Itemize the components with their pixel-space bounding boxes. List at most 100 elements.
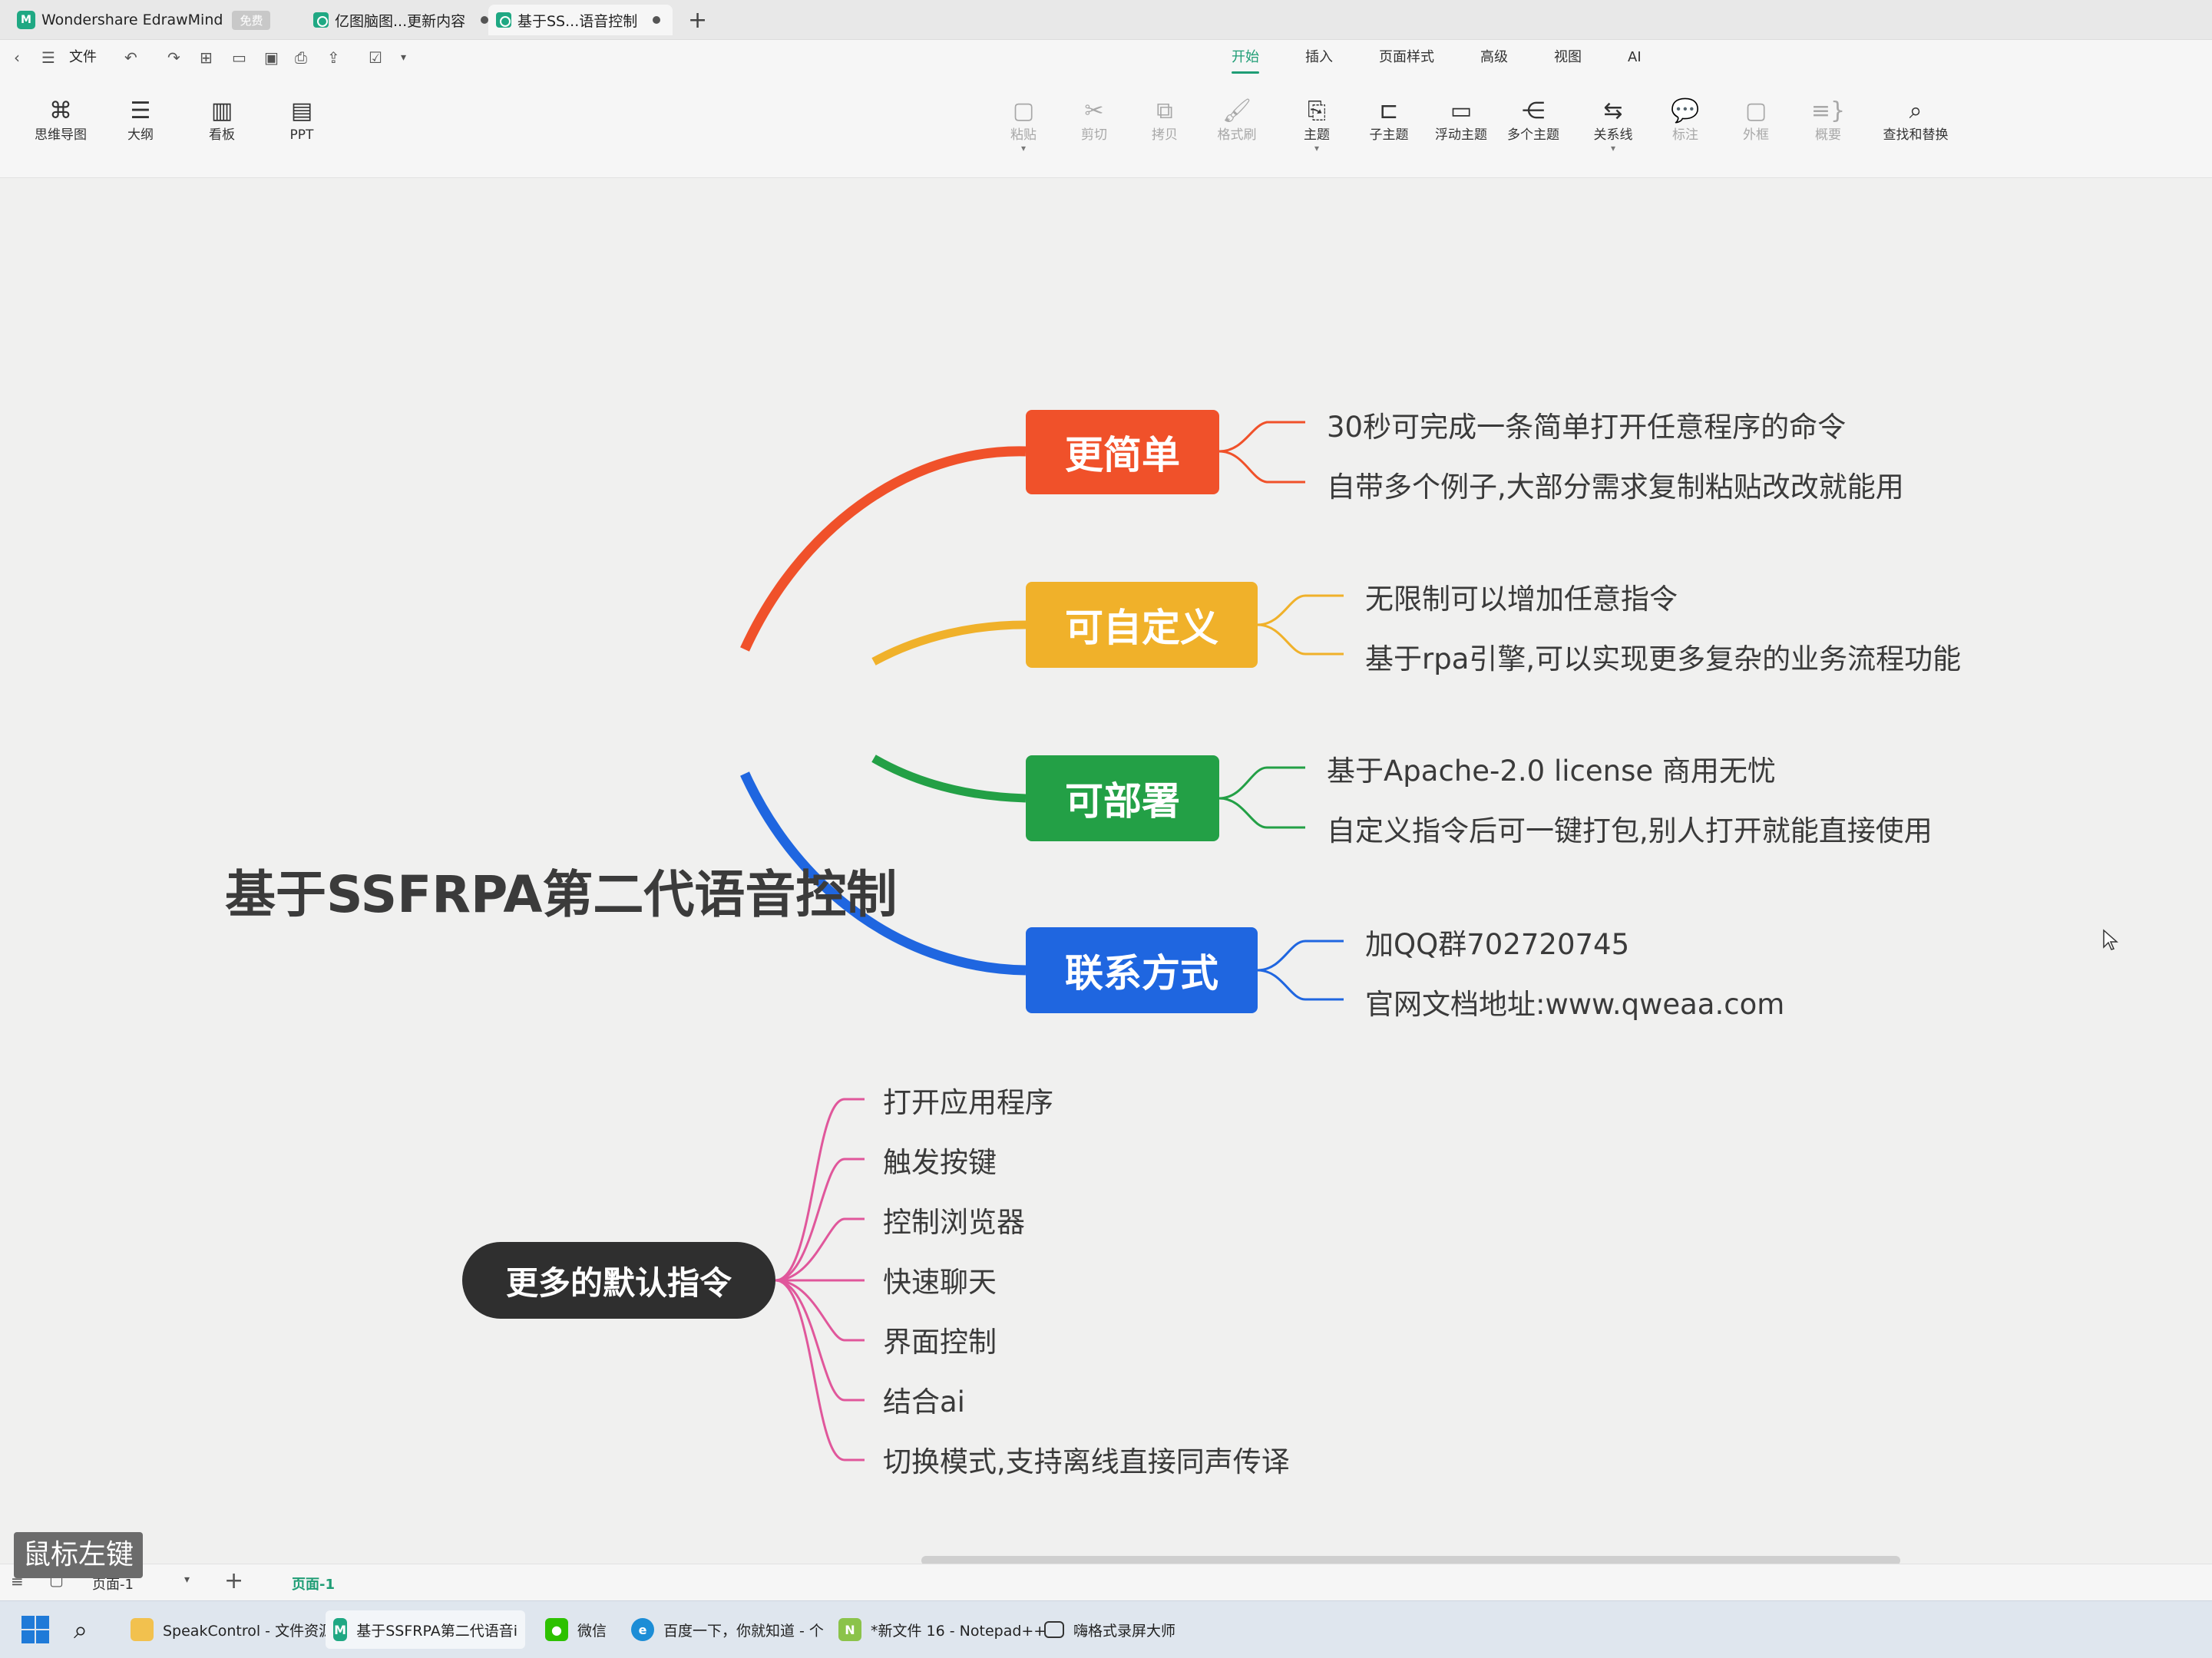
boundary-button[interactable]: ▢ 外框 (1721, 98, 1790, 144)
callout-label: 标注 (1672, 127, 1698, 143)
taskbar-app-edge[interactable]: e 百度一下，你就知道 - 个 (623, 1610, 832, 1649)
subtopic[interactable]: 基于rpa引擎,可以实现更多复杂的业务流程功能 (1365, 636, 1961, 677)
document-tab-1-label: 亿图脑图...更新内容 (335, 12, 466, 30)
floating-subtopic[interactable]: 界面控制 (883, 1319, 997, 1360)
outline-view-button[interactable]: ☰ 大纲 (106, 98, 175, 144)
paste-dropdown-chevron-icon[interactable]: ▾ (989, 144, 1058, 153)
file-menu[interactable]: 文件 (69, 46, 97, 69)
windows-logo-icon (21, 1616, 49, 1643)
outline-icon: ☰ (130, 97, 151, 124)
floating-topic-default-commands[interactable]: 更多的默认指令 (462, 1242, 775, 1319)
undo-icon[interactable]: ↶ (124, 46, 137, 69)
redo-icon[interactable]: ↷ (167, 46, 180, 69)
branch-topic-contact[interactable]: 联系方式 (1026, 927, 1258, 1013)
unsaved-dot-icon[interactable] (653, 16, 661, 24)
branch-topic-deployable[interactable]: 可部署 (1026, 755, 1219, 841)
floating-subtopic[interactable]: 控制浏览器 (883, 1199, 1025, 1240)
menu-tab-view[interactable]: 视图 (1554, 46, 1582, 69)
floating-subtopic[interactable]: 触发按键 (883, 1139, 997, 1181)
print-icon[interactable]: ⎙ (295, 46, 307, 69)
taskbar-app-edrawmind[interactable]: M 基于SSFRPA第二代语音i (326, 1610, 525, 1649)
find-replace-button[interactable]: ⌕ 查找和替换 (1873, 98, 1958, 144)
paste-label: 粘贴 (1010, 127, 1037, 143)
menu-tab-page-style[interactable]: 页面样式 (1379, 46, 1434, 69)
taskbar-app-label: SpeakControl - 文件资源 (163, 1622, 334, 1640)
quick-access-bar: ‹ ☰ 文件 ↶ ↷ ⊞ ▭ ▣ ⎙ ⇪ ☑ ▾ 开始 插入 页面样式 高级 视… (0, 40, 2212, 75)
page-select-chevron-down-icon[interactable]: ▾ (184, 1574, 190, 1586)
taskbar-app-recorder[interactable]: 嗨格式录屏大师 (1037, 1610, 1183, 1649)
share-icon[interactable]: ☑ (369, 46, 382, 69)
central-topic[interactable]: 基于SSFRPA第二代语音控制 (225, 854, 897, 927)
add-page-plus-icon[interactable]: + (224, 1567, 243, 1594)
floating-subtopic[interactable]: 切换模式,支持离线直接同声传译 (883, 1438, 1290, 1480)
title-tab-bar: M Wondershare EdrawMind 免费 亿图脑图...更新内容 基… (0, 0, 2212, 40)
paste-button[interactable]: ▢ 粘贴 ▾ (989, 98, 1058, 154)
notepad-icon: N (838, 1618, 861, 1641)
floating-subtopic[interactable]: 快速聊天 (883, 1259, 997, 1300)
free-badge: 免费 (232, 10, 271, 30)
app-name: Wondershare EdrawMind (41, 12, 223, 28)
relationship-dropdown-chevron-icon[interactable]: ▾ (1579, 144, 1648, 153)
mouse-cursor-icon (2103, 929, 2118, 950)
relationship-button[interactable]: ⇆ 关系线 ▾ (1579, 98, 1648, 154)
document-tab-1[interactable]: 亿图脑图...更新内容 (306, 5, 496, 35)
new-tab-plus-icon[interactable]: + (688, 5, 707, 35)
find-replace-label: 查找和替换 (1883, 127, 1949, 143)
new-file-icon[interactable]: ⊞ (200, 46, 213, 69)
mindmap-canvas[interactable]: 基于SSFRPA第二代语音控制 更简单 可自定义 可部署 联系方式 30秒可完成… (0, 178, 2212, 1565)
search-icon[interactable]: ⌕ (74, 1610, 88, 1649)
unsaved-dot-icon[interactable] (481, 16, 489, 24)
document-tab-2[interactable]: 基于SS...语音控制 (488, 5, 673, 35)
copy-button[interactable]: ⧉ 拷贝 (1130, 98, 1199, 144)
summary-button[interactable]: ≡} 概要 (1794, 98, 1863, 144)
outline-view-label: 大纲 (127, 127, 154, 143)
subtopic[interactable]: 自定义指令后可一键打包,别人打开就能直接使用 (1327, 808, 1933, 849)
branch-topic-customizable[interactable]: 可自定义 (1026, 582, 1258, 668)
hamburger-menu-icon[interactable]: ☰ (41, 46, 55, 69)
floating-topic-button[interactable]: ▭ 浮动主题 (1427, 98, 1496, 144)
boundary-icon: ▢ (1744, 97, 1767, 124)
taskbar-app-notepad[interactable]: N *新文件 16 - Notepad++ (831, 1610, 1053, 1649)
menu-tab-insert[interactable]: 插入 (1305, 46, 1333, 69)
save-icon[interactable]: ▣ (264, 46, 279, 69)
menu-tab-ai[interactable]: AI (1628, 46, 1642, 69)
topic-label: 主题 (1304, 127, 1330, 143)
customize-chevron-down-icon[interactable]: ▾ (401, 46, 406, 69)
export-icon[interactable]: ⇪ (327, 46, 340, 69)
mindmap-view-button[interactable]: ⌘ 思维导图 (26, 98, 95, 144)
subtopic[interactable]: 无限制可以增加任意指令 (1365, 576, 1678, 617)
subtopic[interactable]: 30秒可完成一条简单打开任意程序的命令 (1327, 404, 1846, 445)
taskbar-app-explorer[interactable]: SpeakControl - 文件资源 (123, 1610, 341, 1649)
back-chevron-icon[interactable]: ‹ (14, 46, 20, 69)
taskbar-app-wechat[interactable]: ● 微信 (537, 1610, 614, 1649)
start-button[interactable] (21, 1610, 49, 1649)
summary-brace-icon: ≡} (1810, 97, 1846, 124)
subtopic-button[interactable]: ⊏ 子主题 (1354, 98, 1423, 144)
kanban-view-button[interactable]: ▥ 看板 (187, 98, 256, 144)
topic-button[interactable]: ⎘ 主题 ▾ (1282, 98, 1351, 154)
subtopic[interactable]: 官网文档地址:www.qweaa.com (1365, 981, 1784, 1022)
taskbar-app-label: 百度一下，你就知道 - 个 (663, 1622, 824, 1640)
subtopic[interactable]: 基于Apache-2.0 license 商用无忧 (1327, 748, 1776, 789)
ppt-view-button[interactable]: ▤ PPT (267, 98, 336, 144)
page-tab-active[interactable]: 页面-1 (292, 1574, 335, 1594)
format-painter-button[interactable]: 🖌 格式刷 (1202, 98, 1271, 144)
find-icon: ⌕ (1909, 97, 1923, 124)
floating-subtopic[interactable]: 打开应用程序 (883, 1079, 1053, 1121)
menu-tab-home[interactable]: 开始 (1232, 46, 1259, 74)
brush-icon: 🖌 (1222, 97, 1252, 124)
open-folder-icon[interactable]: ▭ (232, 46, 246, 69)
app-tab-home[interactable]: M Wondershare EdrawMind 免费 (17, 5, 271, 35)
subtopic[interactable]: 自带多个例子,大部分需求复制粘贴改改就能用 (1327, 464, 1904, 505)
subtopic[interactable]: 加QQ群702720745 (1365, 921, 1629, 963)
cut-label: 剪切 (1081, 127, 1107, 143)
branch-topic-simpler[interactable]: 更简单 (1026, 410, 1219, 494)
menu-tab-advanced[interactable]: 高级 (1480, 46, 1508, 69)
callout-button[interactable]: 💬 标注 (1651, 98, 1720, 144)
cut-button[interactable]: ✂ 剪切 (1060, 98, 1129, 144)
boundary-label: 外框 (1743, 127, 1769, 143)
floating-subtopic[interactable]: 结合ai (883, 1379, 965, 1420)
multiple-topics-button[interactable]: ⋲ 多个主题 (1499, 98, 1568, 144)
topic-dropdown-chevron-icon[interactable]: ▾ (1282, 144, 1351, 153)
taskbar-app-label: *新文件 16 - Notepad++ (871, 1622, 1046, 1640)
